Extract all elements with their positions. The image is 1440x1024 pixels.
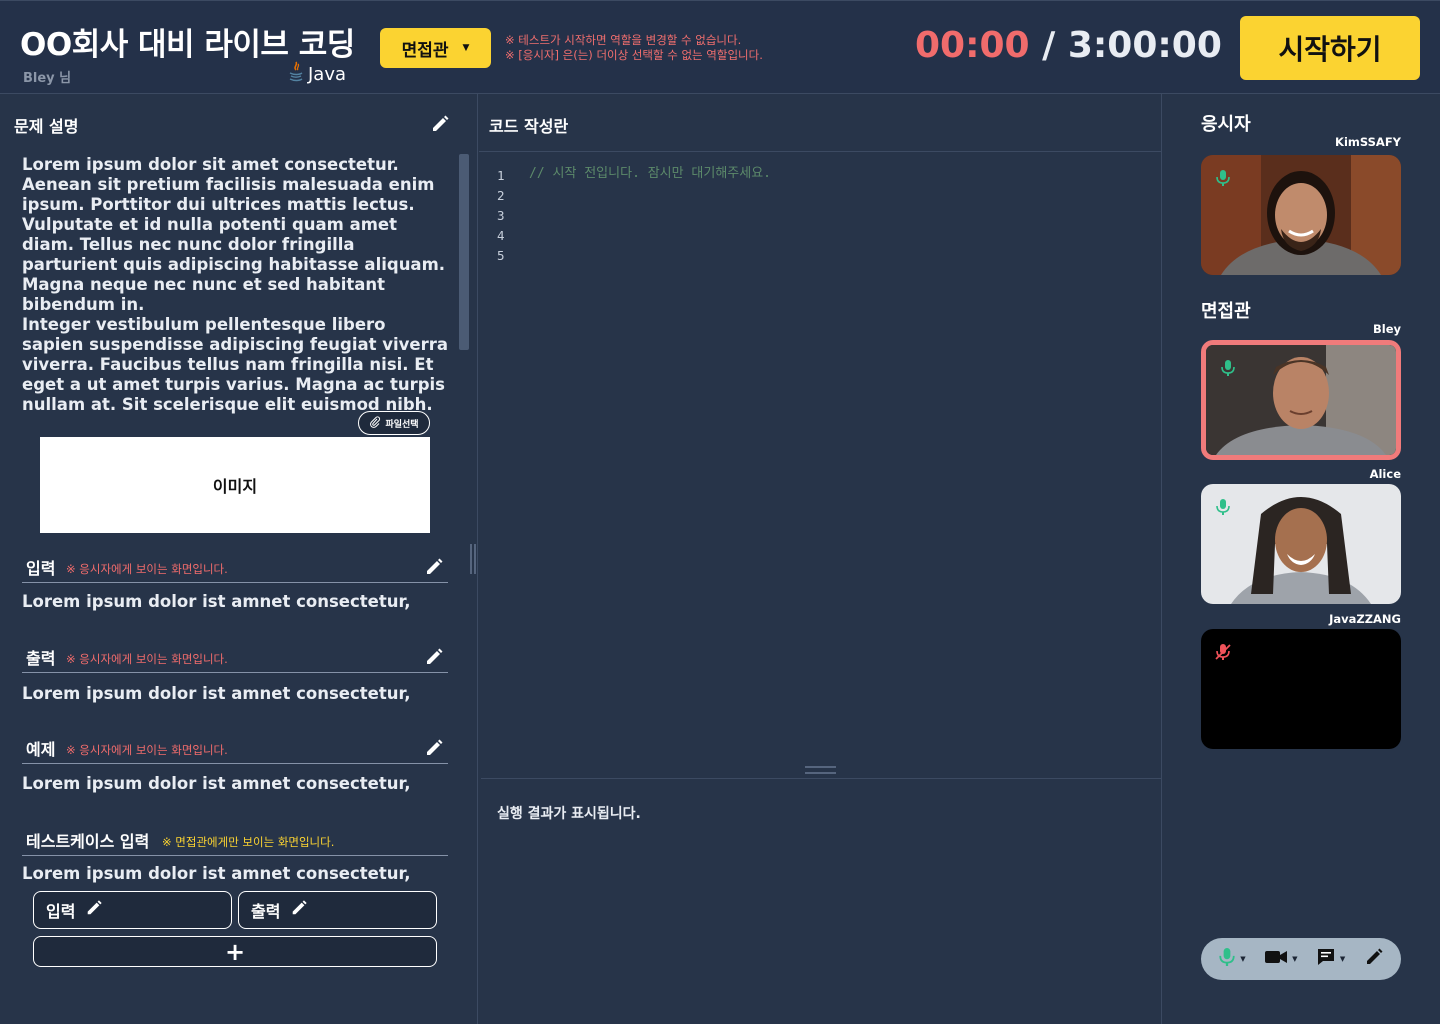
- participants-panel: 응시자 KimSSAFY 면접관 Bley Alice JavaZZANG ▼ …: [1163, 94, 1440, 1024]
- file-select-label: 파일선택: [385, 419, 419, 430]
- code-header: 코드 작성란: [479, 94, 1162, 152]
- problem-title: 문제 설명: [14, 117, 79, 136]
- section-title: 테스트케이스 입력: [26, 832, 150, 851]
- section-title: 출력: [26, 649, 56, 668]
- mic-icon: [1215, 169, 1231, 187]
- page-title: OO회사 대비 라이브 코딩: [20, 27, 355, 63]
- editor-resize-handle[interactable]: [805, 766, 836, 774]
- description-scrollbar[interactable]: [459, 154, 469, 350]
- role-warnings: ※ 테스트가 시작하면 역할을 변경할 수 없습니다. ※ [응시자] 은(는)…: [505, 33, 763, 63]
- testcase-output-label: 출력: [251, 902, 281, 921]
- interviewer-video[interactable]: [1201, 484, 1401, 604]
- input-section-header: 입력 ※ 응시자에게 보이는 화면입니다.: [22, 551, 448, 583]
- testcase-input-label: 입력: [46, 902, 76, 921]
- pencil-icon: [290, 899, 308, 921]
- mic-toggle-button[interactable]: ▼: [1218, 946, 1246, 972]
- warning-line: ※ [응시자] 은(는) 더이상 선택할 수 없는 역할입니다.: [505, 48, 763, 62]
- caret-down-icon: ▼: [1339, 955, 1346, 963]
- line-number: 2: [497, 188, 505, 203]
- interviewer-video-active[interactable]: [1201, 340, 1401, 460]
- section-title: 입력: [26, 559, 56, 578]
- example-section-header: 예제 ※ 응시자에게 보이는 화면입니다.: [22, 732, 448, 764]
- participant-photo: [1201, 484, 1401, 604]
- participant-name: Alice: [1369, 467, 1401, 481]
- participant-name: KimSSAFY: [1335, 135, 1401, 149]
- participant-name: Bley: [1372, 322, 1401, 336]
- mic-icon: [1215, 498, 1231, 516]
- caret-down-icon: ▼: [462, 43, 470, 53]
- image-placeholder: 이미지: [40, 437, 430, 533]
- pencil-icon: [1364, 947, 1384, 971]
- top-header: OO회사 대비 라이브 코딩 Bley 님 Java 면접관 ▼ ※ 테스트가 …: [0, 0, 1440, 94]
- section-note: ※ 응시자에게 보이는 화면입니다.: [66, 562, 228, 576]
- output-text: 실행 결과가 표시됩니다.: [497, 806, 641, 822]
- user-name: Bley 님: [23, 71, 72, 86]
- candidate-video[interactable]: [1201, 155, 1401, 275]
- timer: 00:00 / 3:00:00: [915, 25, 1222, 66]
- line-number: 3: [497, 208, 505, 223]
- participant-photo: [1201, 155, 1401, 275]
- line-number: 4: [497, 228, 505, 243]
- line-numbers: 1 2 3 4 5: [497, 166, 505, 266]
- section-note: ※ 응시자에게 보이는 화면입니다.: [66, 652, 228, 666]
- role-label: 면접관: [401, 40, 449, 61]
- interviewer-title: 면접관: [1201, 301, 1251, 322]
- panel-resize-handle[interactable]: [470, 544, 476, 574]
- add-testcase-button[interactable]: +: [33, 936, 437, 967]
- code-placeholder-comment: // 시작 전입니다. 잠시만 대기해주세요.: [529, 166, 772, 181]
- edit-pencil-icon[interactable]: [424, 647, 444, 667]
- testcase-section-header: 테스트케이스 입력 ※ 면접관에게만 보이는 화면입니다.: [22, 824, 448, 856]
- problem-panel: 문제 설명 Lorem ipsum dolor sit amet consect…: [0, 94, 478, 1024]
- language-indicator: Java: [288, 61, 346, 88]
- description-paragraph: Integer vestibulum pellentesque libero s…: [22, 315, 449, 414]
- camera-toggle-button[interactable]: ▼: [1264, 949, 1297, 969]
- output-panel: 실행 결과가 표시됩니다.: [481, 778, 1162, 1024]
- caret-down-icon: ▼: [1292, 955, 1298, 963]
- line-number: 5: [497, 248, 505, 263]
- code-title: 코드 작성란: [489, 117, 569, 136]
- media-controls: ▼ ▼ ▼: [1201, 938, 1401, 980]
- start-button[interactable]: 시작하기: [1240, 16, 1420, 80]
- edit-pencil-icon[interactable]: [424, 557, 444, 577]
- java-icon: [288, 61, 304, 88]
- mic-icon: [1220, 359, 1236, 377]
- section-title: 예제: [26, 740, 56, 759]
- chat-icon: [1316, 947, 1336, 971]
- section-note: ※ 면접관에게만 보이는 화면입니다.: [162, 835, 335, 849]
- mic-off-icon: [1215, 643, 1231, 661]
- code-panel: 코드 작성란 1 2 3 4 5 // 시작 전입니다. 잠시만 대기해주세요.…: [479, 94, 1162, 1024]
- line-number: 1: [497, 168, 505, 183]
- testcase-input-button[interactable]: 입력: [33, 891, 232, 929]
- mic-icon: [1218, 946, 1236, 972]
- pencil-icon: [85, 899, 103, 921]
- input-section-text: Lorem ipsum dolor ist amnet consectetur,: [22, 592, 411, 611]
- problem-description: Lorem ipsum dolor sit amet consectetur. …: [22, 155, 452, 415]
- timer-elapsed: 00:00: [915, 25, 1030, 66]
- section-note: ※ 응시자에게 보이는 화면입니다.: [66, 743, 228, 757]
- output-section-text: Lorem ipsum dolor ist amnet consectetur,: [22, 684, 411, 703]
- description-paragraph: Lorem ipsum dolor sit amet consectetur. …: [22, 155, 446, 314]
- image-label: 이미지: [212, 477, 258, 496]
- timer-separator: /: [1042, 25, 1056, 66]
- language-label: Java: [308, 64, 347, 85]
- testcase-section-text: Lorem ipsum dolor ist amnet consectetur,: [22, 864, 411, 883]
- example-section-text: Lorem ipsum dolor ist amnet consectetur,: [22, 774, 411, 793]
- chat-button[interactable]: ▼: [1316, 947, 1345, 971]
- edit-pencil-icon[interactable]: [424, 738, 444, 758]
- timer-total: 3:00:00: [1067, 25, 1222, 66]
- camera-icon: [1264, 949, 1288, 969]
- role-select[interactable]: 면접관 ▼: [380, 28, 491, 68]
- draw-button[interactable]: [1364, 947, 1384, 971]
- output-section-header: 출력 ※ 응시자에게 보이는 화면입니다.: [22, 641, 448, 673]
- testcase-output-button[interactable]: 출력: [238, 891, 437, 929]
- paperclip-icon: [369, 415, 381, 431]
- interviewer-video-off[interactable]: [1201, 629, 1401, 749]
- warning-line: ※ 테스트가 시작하면 역할을 변경할 수 없습니다.: [505, 33, 742, 47]
- candidate-title: 응시자: [1201, 114, 1251, 135]
- caret-down-icon: ▼: [1240, 955, 1246, 963]
- code-editor[interactable]: 1 2 3 4 5 // 시작 전입니다. 잠시만 대기해주세요.: [479, 152, 1162, 772]
- file-select-button[interactable]: 파일선택: [358, 411, 430, 435]
- edit-pencil-icon[interactable]: [430, 114, 450, 134]
- participant-name: JavaZZANG: [1329, 612, 1401, 626]
